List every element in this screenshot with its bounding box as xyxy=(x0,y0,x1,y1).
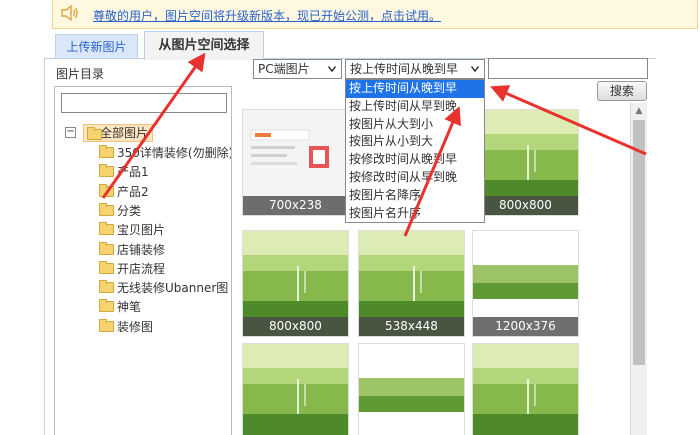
image-thumbnail[interactable] xyxy=(242,343,349,435)
image-source-value: PC端图片 xyxy=(258,62,310,76)
chevron-down-icon xyxy=(328,66,336,72)
image-thumbnail[interactable]: 538x448 xyxy=(358,230,465,337)
tree-item-label: 分类 xyxy=(117,203,142,218)
chevron-down-icon xyxy=(471,66,479,72)
tree-item-label: 产品1 xyxy=(117,165,149,180)
sort-option[interactable]: 按图片名升序 xyxy=(346,205,484,223)
image-size-caption: 700x238 xyxy=(243,196,348,215)
scrollbar-thumb[interactable] xyxy=(633,120,645,365)
image-size-caption: 1200x376 xyxy=(473,317,578,336)
grid-scrollbar[interactable]: ▲ xyxy=(630,103,647,435)
sort-option[interactable]: 按修改时间从晚到早 xyxy=(346,151,484,169)
image-thumbnail[interactable]: 1200x376 xyxy=(472,230,579,337)
folder-icon xyxy=(99,222,114,236)
folder-icon xyxy=(99,145,114,158)
sort-option[interactable]: 按图片从大到小 xyxy=(346,116,484,134)
image-thumbnail[interactable]: 700x238 xyxy=(242,109,349,216)
folder-icon xyxy=(87,127,102,140)
tree-item-label: 350详情装修(勿删除) xyxy=(117,146,232,160)
tree-item-label: 装修图 xyxy=(117,319,154,334)
search-button[interactable]: 搜索 xyxy=(597,81,647,101)
tab-select-from-space[interactable]: 从图片空间选择 xyxy=(144,31,264,60)
tree-item-label: 无线装修Ubanner图 xyxy=(117,281,229,296)
sort-option[interactable]: 按上传时间从晚到早 xyxy=(346,80,484,98)
folder-icon xyxy=(99,164,114,178)
tree-item-label: 神笔 xyxy=(117,300,142,315)
tree-item-label: 店铺装修 xyxy=(117,242,166,257)
folder-icon xyxy=(99,280,114,294)
directory-tree: − 全部图片 350详情装修(勿删除) 产品1 产品2 分类 宝贝图片 店铺装修 开店流程无… xyxy=(54,86,232,435)
tree-item-label: 开店流程 xyxy=(117,261,166,276)
sort-option[interactable]: 按图片从小到大 xyxy=(346,133,484,151)
folder-icon xyxy=(99,260,114,274)
folder-icon xyxy=(99,241,114,255)
image-thumbnail[interactable]: 800x800 xyxy=(472,109,579,216)
tree-item-label: 宝贝图片 xyxy=(117,223,166,238)
keyword-search-input[interactable] xyxy=(488,58,648,79)
sort-order-dropdown: 按上传时间从晚到早 按上传时间从早到晚 按图片从大到小 按图片从小到大 按修改时间从晚到… xyxy=(345,79,485,224)
sort-order-value: 按上传时间从晚到早 xyxy=(350,62,459,76)
scroll-up-arrow-icon[interactable]: ▲ xyxy=(631,103,647,119)
image-thumbnail[interactable] xyxy=(472,343,579,435)
folder-icon xyxy=(99,202,114,216)
collapse-toggle-icon[interactable]: − xyxy=(65,127,76,138)
image-thumbnail[interactable] xyxy=(358,343,465,435)
folder-icon xyxy=(99,183,114,197)
tab-upload-new[interactable]: 上传新图片 xyxy=(55,34,138,59)
sort-option[interactable]: 按图片名降序 xyxy=(346,187,484,205)
image-source-select[interactable]: PC端图片 xyxy=(253,59,342,79)
notice-link[interactable]: 尊敬的用户，图片空间将升级新版本，现已开始公测，点击试用。 xyxy=(93,7,441,24)
image-size-caption: 800x800 xyxy=(473,196,578,215)
folder-icon xyxy=(99,318,114,332)
notice-bar: 尊敬的用户，图片空间将升级新版本，现已开始公测，点击试用。 xyxy=(52,0,698,29)
tree-item-label: 产品2 xyxy=(117,184,149,199)
sort-option[interactable]: 按上传时间从早到晚 xyxy=(346,98,484,116)
sort-order-select[interactable]: 按上传时间从晚到早 xyxy=(345,59,485,79)
image-thumbnail[interactable]: 800x800 xyxy=(242,230,349,337)
folder-icon xyxy=(99,299,114,313)
directory-search-input[interactable] xyxy=(61,93,227,113)
image-size-caption: 538x448 xyxy=(359,317,464,336)
image-size-caption: 800x800 xyxy=(243,317,348,336)
speaker-icon xyxy=(61,5,78,21)
sort-option[interactable]: 按修改时间从早到晚 xyxy=(346,169,484,187)
directory-title: 图片目录 xyxy=(56,67,105,81)
